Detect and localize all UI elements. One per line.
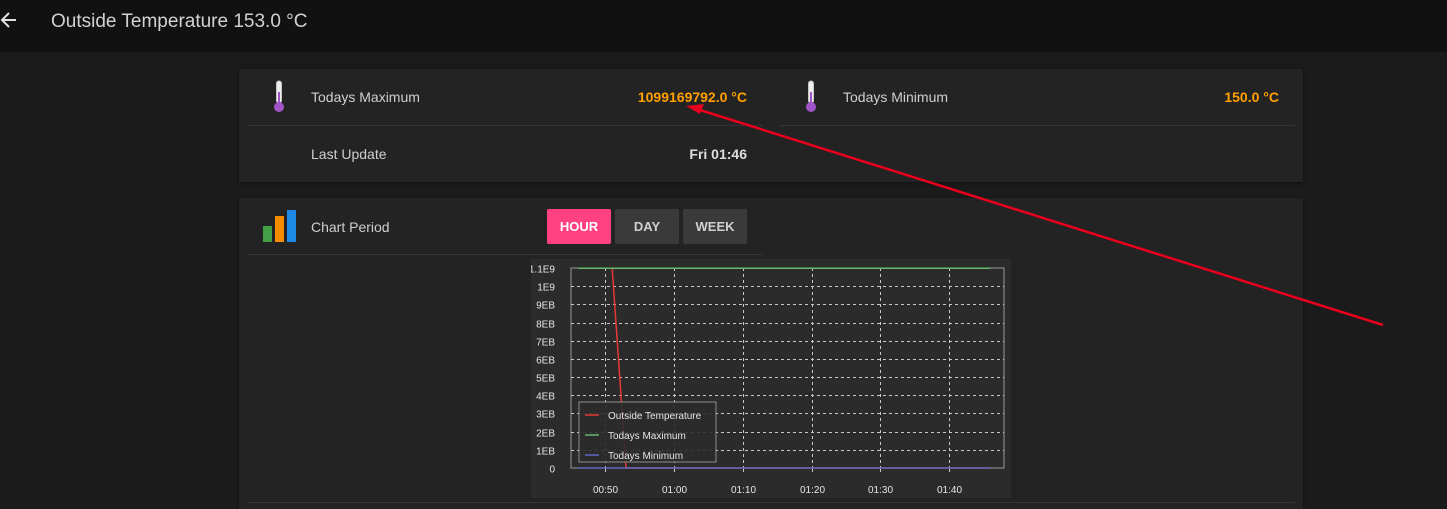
x-tick-label: 01:20	[800, 485, 825, 496]
y-tick-label: 7EB	[536, 338, 555, 349]
chart-card: Chart Period HOUR DAY WEEK 0 1EB 2EB 3EB 4EB…	[239, 198, 1303, 509]
x-tick-label: 01:40	[937, 485, 962, 496]
min-value: 150.0 °C	[1224, 89, 1279, 105]
row-divider	[247, 254, 763, 255]
y-tick-label: 4EB	[536, 392, 555, 403]
update-value: Fri 01:46	[689, 146, 747, 162]
period-button-hour[interactable]: HOUR	[547, 209, 611, 244]
y-tick-label: 9EB	[536, 301, 555, 312]
x-tick-label: 01:10	[731, 485, 756, 496]
card-bottom-divider	[247, 502, 1295, 503]
chart-svg: 0 1EB 2EB 3EB 4EB 5EB 6EB 7EB 8EB 9EB 1E9 1.1E9 00:5…	[529, 265, 1005, 496]
max-label: Todays Maximum	[311, 89, 420, 105]
app-bar: Outside Temperature 153.0 °C	[0, 0, 1447, 52]
back-button[interactable]	[0, 10, 20, 30]
chart-period-label: Chart Period	[311, 219, 390, 235]
period-button-day[interactable]: DAY	[615, 209, 679, 244]
legend-label: Todays Minimum	[608, 451, 683, 462]
y-tick-label: 1E9	[537, 283, 555, 294]
y-tick-label: 1EB	[536, 447, 555, 458]
x-tick-label: 01:30	[868, 485, 893, 496]
thermometer-icon	[806, 80, 816, 112]
x-tick-label: 00:50	[593, 485, 618, 496]
temperature-chart: 0 1EB 2EB 3EB 4EB 5EB 6EB 7EB 8EB 9EB 1E9 1.1E9 00:5…	[529, 259, 1011, 498]
min-label: Todays Minimum	[843, 89, 949, 105]
update-label: Last Update	[311, 146, 387, 162]
y-tick-label: 0	[549, 465, 555, 476]
arrow-left-icon	[0, 12, 16, 28]
legend-label: Todays Maximum	[608, 431, 686, 442]
y-tick-label: 8EB	[536, 320, 555, 331]
y-tick-label: 2EB	[536, 429, 555, 440]
period-button-week[interactable]: WEEK	[683, 209, 747, 244]
y-tick-label: 6EB	[536, 356, 555, 367]
row-divider	[779, 125, 1295, 126]
row-divider	[247, 125, 763, 126]
x-tick-label: 01:00	[662, 485, 687, 496]
page-title: Outside Temperature 153.0 °C	[51, 11, 308, 32]
y-tick-label: 1.1E9	[531, 265, 555, 276]
y-tick-label: 3EB	[536, 410, 555, 421]
y-tick-label: 5EB	[536, 374, 555, 385]
legend-label: Outside Temperature	[608, 411, 702, 422]
thermometer-icon	[274, 80, 284, 112]
max-value: 1099169792.0 °C	[637, 89, 747, 105]
stats-card: Todays Maximum 1099169792.0 °C Todays Mi…	[239, 69, 1303, 182]
bar-chart-icon	[263, 210, 296, 242]
